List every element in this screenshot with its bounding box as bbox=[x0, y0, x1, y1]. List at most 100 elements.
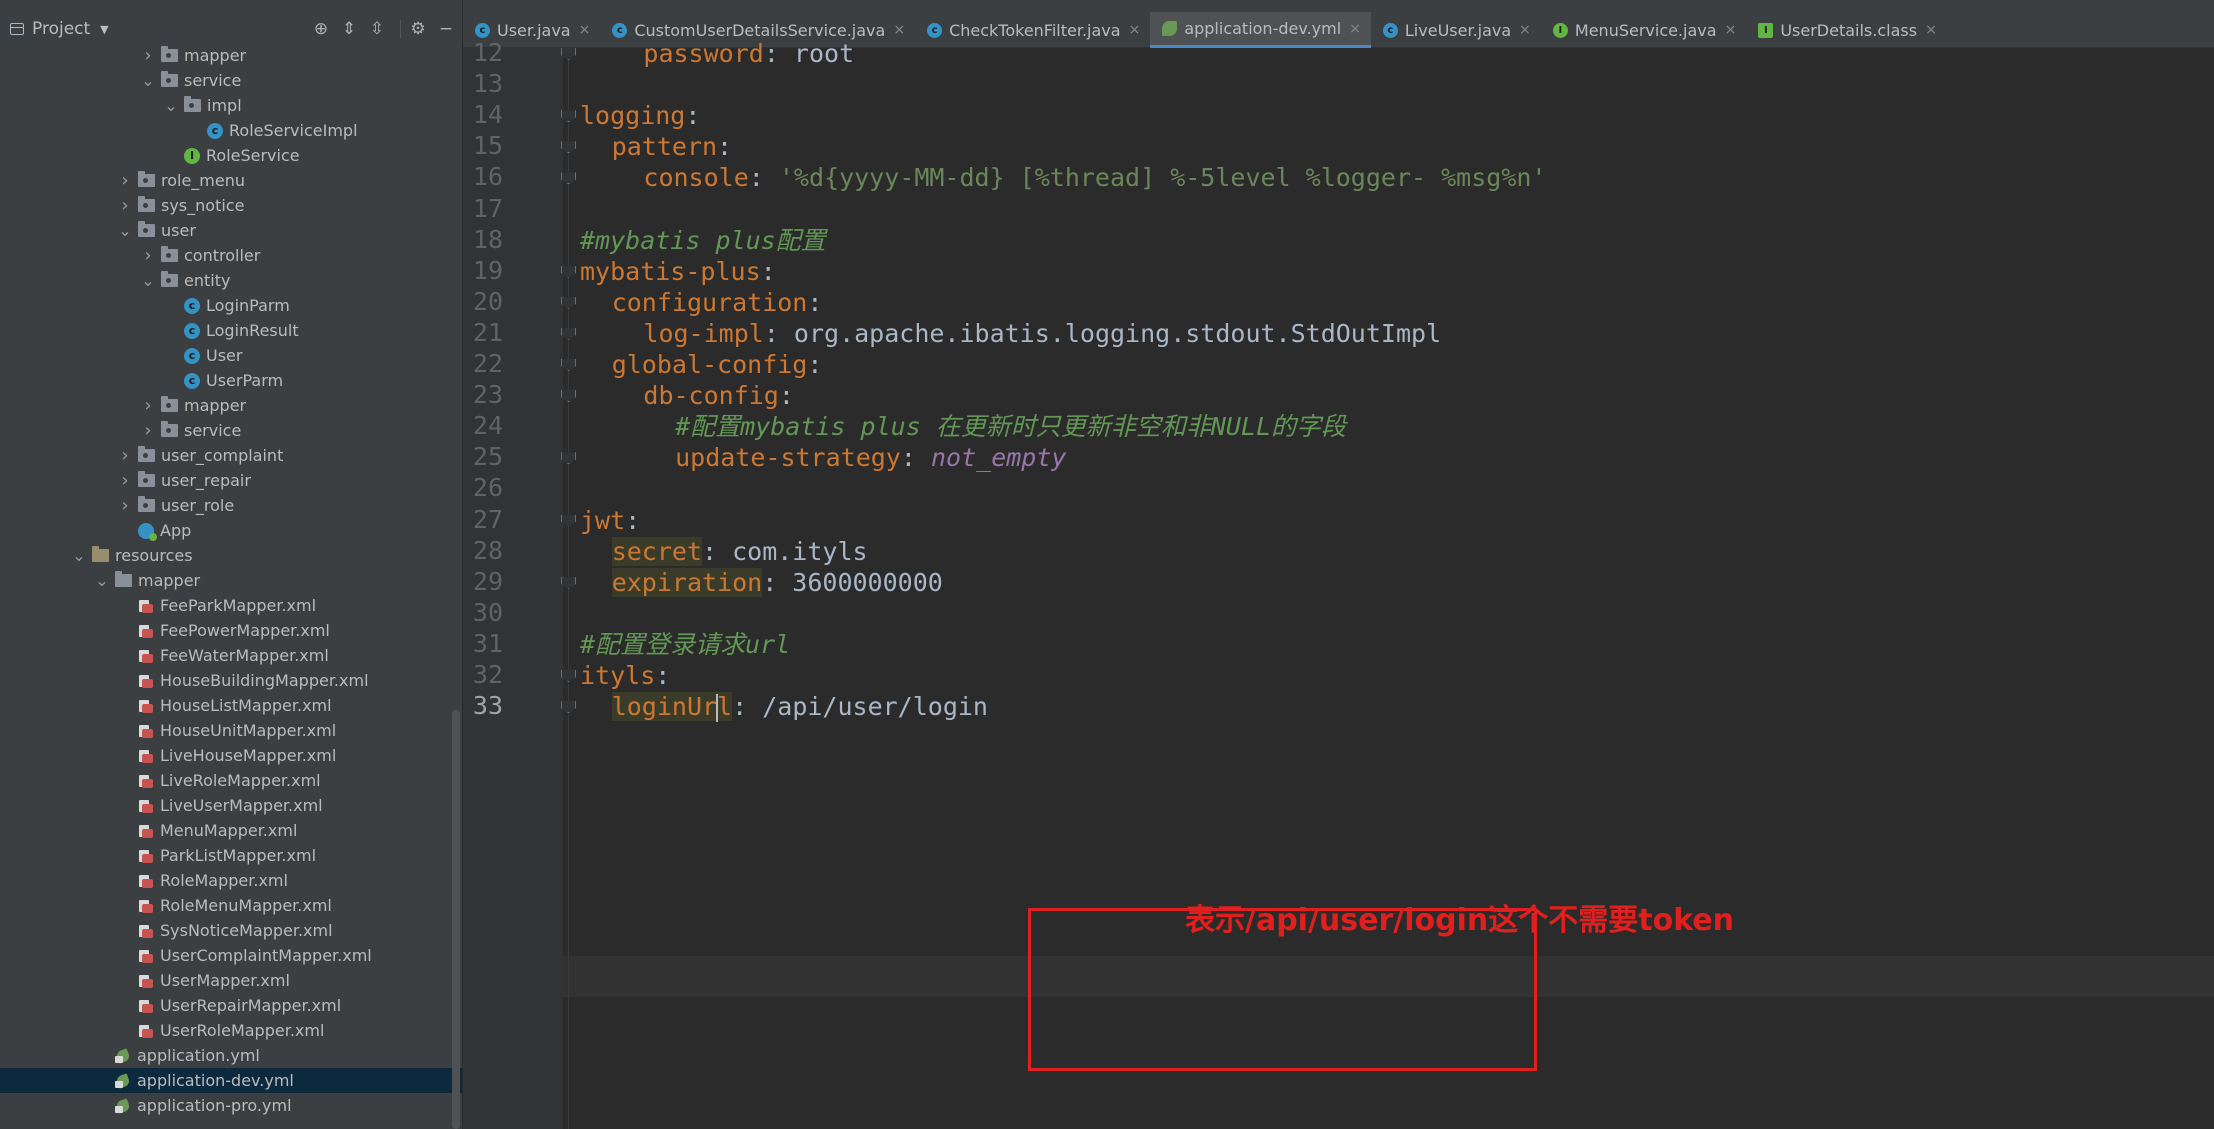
tree-item[interactable]: ParkListMapper.xml bbox=[0, 843, 462, 868]
code-line[interactable]: expiration: 3600000000 bbox=[611, 565, 943, 600]
tree-item[interactable]: RoleMenuMapper.xml bbox=[0, 893, 462, 918]
code-editor[interactable]: 12 13 14 15 16 17 18 19 20 21 22 23 24 25 26 27 28 29 30 31… bbox=[463, 38, 2214, 1129]
fold-marker-icon[interactable] bbox=[561, 328, 575, 342]
chevron-down-icon[interactable]: ▼ bbox=[100, 23, 108, 36]
close-icon[interactable]: × bbox=[1129, 22, 1141, 38]
close-icon[interactable]: × bbox=[893, 22, 905, 38]
chevron-right-icon[interactable]: › bbox=[118, 445, 132, 466]
fold-marker-icon[interactable] bbox=[561, 48, 575, 62]
chevron-right-icon[interactable]: › bbox=[141, 45, 155, 66]
editor-tab[interactable]: c CheckTokenFilter.java × bbox=[915, 12, 1150, 48]
tree-item[interactable]: c User bbox=[0, 343, 462, 368]
tree-item[interactable]: MenuMapper.xml bbox=[0, 818, 462, 843]
fold-marker-icon[interactable] bbox=[561, 110, 575, 124]
project-scrollbar[interactable] bbox=[452, 710, 460, 1129]
fold-marker-icon[interactable] bbox=[561, 266, 575, 280]
code-line[interactable]: global-config: bbox=[612, 347, 823, 382]
code-line[interactable]: password: root bbox=[643, 36, 854, 71]
tree-item[interactable]: › controller bbox=[0, 243, 462, 268]
fold-marker-icon[interactable] bbox=[561, 515, 575, 529]
tree-item[interactable]: c LoginParm bbox=[0, 293, 462, 318]
tree-item[interactable]: ⌄ mapper bbox=[0, 568, 462, 593]
tree-item[interactable]: c LoginResult bbox=[0, 318, 462, 343]
fold-marker-icon[interactable] bbox=[561, 390, 575, 404]
chevron-right-icon[interactable]: › bbox=[118, 195, 132, 216]
tree-item[interactable]: c UserParm bbox=[0, 368, 462, 393]
chevron-down-icon[interactable]: ⌄ bbox=[164, 96, 178, 115]
code-line[interactable]: log-impl: org.apache.ibatis.logging.stdo… bbox=[643, 316, 1441, 351]
chevron-down-icon[interactable]: ⌄ bbox=[141, 71, 155, 90]
code-line[interactable]: pattern: bbox=[612, 129, 732, 164]
code-line[interactable]: ityls: bbox=[580, 658, 670, 693]
chevron-right-icon[interactable]: › bbox=[141, 245, 155, 266]
tree-item[interactable]: LiveUserMapper.xml bbox=[0, 793, 462, 818]
tree-item[interactable]: UserRepairMapper.xml bbox=[0, 993, 462, 1018]
editor-tab[interactable]: I UserDetails.class × bbox=[1746, 12, 1946, 48]
close-icon[interactable]: × bbox=[1725, 22, 1737, 38]
fold-marker-icon[interactable] bbox=[561, 577, 575, 591]
close-icon[interactable]: × bbox=[579, 22, 591, 38]
chevron-right-icon[interactable]: › bbox=[118, 495, 132, 516]
chevron-down-icon[interactable]: ⌄ bbox=[72, 546, 86, 565]
tree-item[interactable]: ⌄ resources bbox=[0, 543, 462, 568]
tree-item[interactable]: application.yml bbox=[0, 1043, 462, 1068]
chevron-down-icon[interactable]: ⌄ bbox=[141, 271, 155, 290]
collapse-all-icon[interactable]: ⇳ bbox=[366, 18, 388, 40]
fold-marker-icon[interactable] bbox=[561, 172, 575, 186]
code-line[interactable]: jwt: bbox=[580, 503, 640, 538]
tree-item[interactable]: ⌄ user bbox=[0, 218, 462, 243]
fold-marker-icon[interactable] bbox=[561, 670, 575, 684]
code-line[interactable]: #配置mybatis plus 在更新时只更新非空和非NULL的字段 bbox=[675, 409, 1346, 444]
code-line[interactable]: secret: com.ityls bbox=[611, 534, 868, 569]
fold-marker-icon[interactable] bbox=[561, 701, 575, 715]
tree-item[interactable]: application-pro.yml bbox=[0, 1093, 462, 1118]
fold-marker-icon[interactable] bbox=[561, 297, 575, 311]
chevron-right-icon[interactable]: › bbox=[141, 395, 155, 416]
tree-item[interactable]: FeeParkMapper.xml bbox=[0, 593, 462, 618]
tree-item[interactable]: application-dev.yml bbox=[0, 1068, 462, 1093]
code-line[interactable]: loginUrl: /api/user/login bbox=[611, 689, 988, 724]
crosshair-icon[interactable]: ⊕ bbox=[310, 18, 332, 40]
chevron-right-icon[interactable]: › bbox=[118, 170, 132, 191]
editor-tab[interactable]: application-dev.yml × bbox=[1150, 12, 1371, 48]
fold-marker-icon[interactable] bbox=[561, 141, 575, 155]
minimize-icon[interactable]: − bbox=[435, 18, 457, 40]
tree-item[interactable]: ⌄ service bbox=[0, 68, 462, 93]
tree-item[interactable]: HouseListMapper.xml bbox=[0, 693, 462, 718]
tree-item[interactable]: FeePowerMapper.xml bbox=[0, 618, 462, 643]
tree-item[interactable]: UserRoleMapper.xml bbox=[0, 1018, 462, 1043]
tree-item[interactable]: › role_menu bbox=[0, 168, 462, 193]
tree-item[interactable]: HouseBuildingMapper.xml bbox=[0, 668, 462, 693]
code-line[interactable]: #配置登录请求url bbox=[580, 627, 790, 662]
tree-item[interactable]: › service bbox=[0, 418, 462, 443]
fold-marker-icon[interactable] bbox=[561, 452, 575, 466]
fold-marker-icon[interactable] bbox=[561, 359, 575, 373]
tree-item[interactable]: › mapper bbox=[0, 43, 462, 68]
tree-item[interactable]: HouseUnitMapper.xml bbox=[0, 718, 462, 743]
chevron-right-icon[interactable]: › bbox=[141, 420, 155, 441]
tree-item[interactable]: › mapper bbox=[0, 393, 462, 418]
tree-item[interactable]: LiveRoleMapper.xml bbox=[0, 768, 462, 793]
code-line[interactable]: #mybatis plus配置 bbox=[580, 223, 826, 258]
tree-item[interactable]: UserComplaintMapper.xml bbox=[0, 943, 462, 968]
editor-tab[interactable]: I MenuService.java × bbox=[1541, 12, 1746, 48]
tree-item[interactable]: UserMapper.xml bbox=[0, 968, 462, 993]
code-line[interactable]: mybatis-plus: bbox=[580, 254, 776, 289]
tree-item[interactable]: LiveHouseMapper.xml bbox=[0, 743, 462, 768]
close-icon[interactable]: × bbox=[1519, 22, 1531, 38]
code-line[interactable]: console: '%d{yyyy-MM-dd} [%thread] %-5le… bbox=[643, 160, 1546, 195]
tree-item[interactable]: I RoleService bbox=[0, 143, 462, 168]
expand-all-icon[interactable]: ⇕ bbox=[338, 18, 360, 40]
chevron-right-icon[interactable]: › bbox=[118, 470, 132, 491]
tree-item[interactable]: › user_role bbox=[0, 493, 462, 518]
chevron-down-icon[interactable]: ⌄ bbox=[118, 221, 132, 240]
code-line[interactable]: configuration: bbox=[612, 285, 823, 320]
code-line[interactable]: db-config: bbox=[643, 378, 794, 413]
close-icon[interactable]: × bbox=[1925, 22, 1937, 38]
tree-item[interactable]: › sys_notice bbox=[0, 193, 462, 218]
tree-item[interactable]: RoleMapper.xml bbox=[0, 868, 462, 893]
code-line[interactable]: update-strategy: not_empty bbox=[675, 440, 1066, 475]
tree-item[interactable]: ⌄ entity bbox=[0, 268, 462, 293]
code-line[interactable]: logging: bbox=[580, 98, 700, 133]
tree-item[interactable]: c RoleServiceImpl bbox=[0, 118, 462, 143]
